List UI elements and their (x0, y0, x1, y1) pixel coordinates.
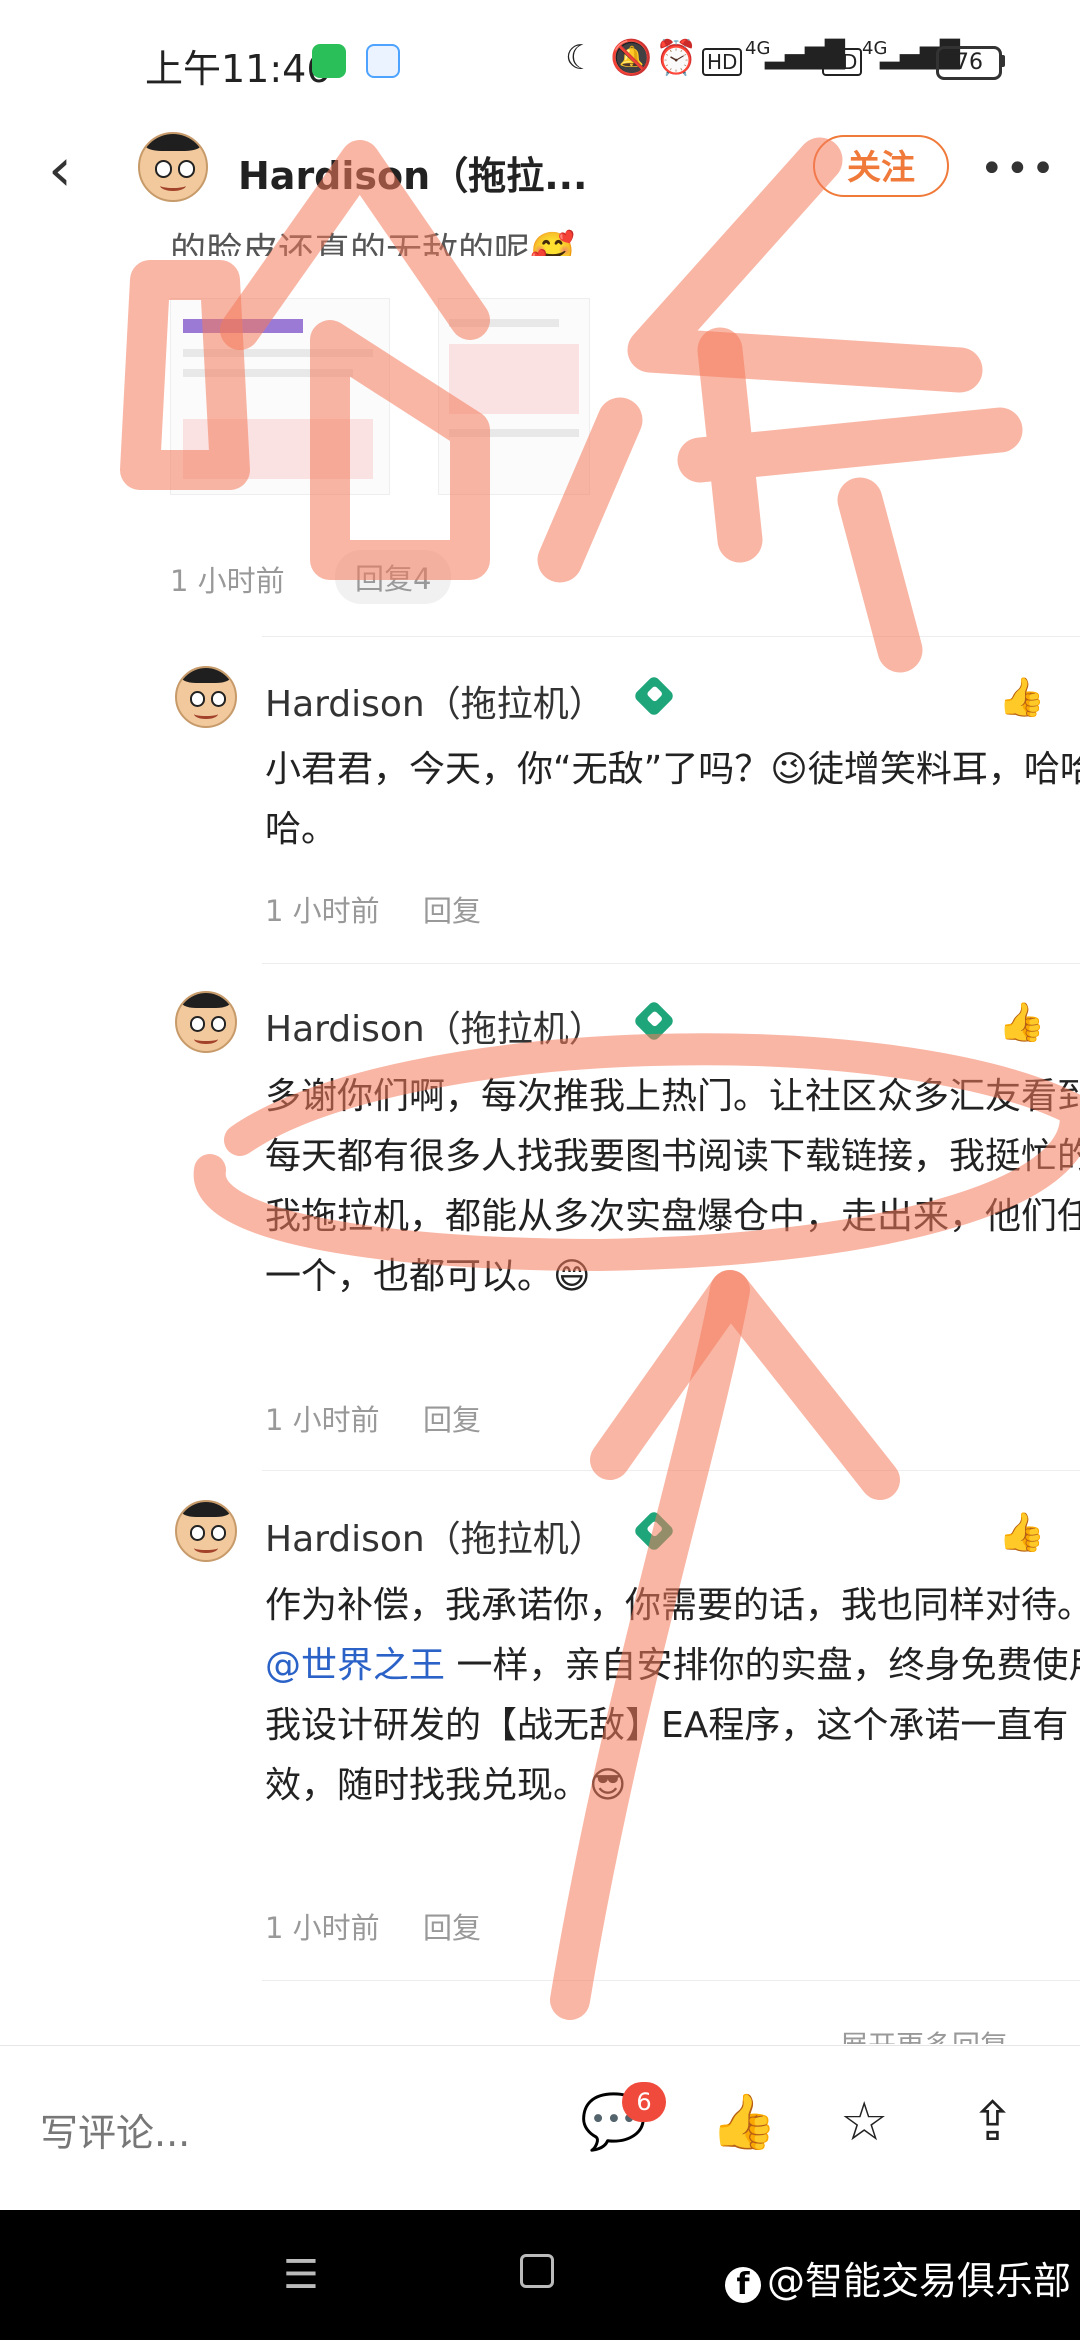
reply-button[interactable]: 回复 (423, 888, 481, 930)
verified-badge-icon (632, 1509, 676, 1553)
like-icon[interactable]: 👍 (710, 2090, 777, 2154)
reply-author[interactable]: Hardison（拖拉机） (265, 675, 605, 727)
status-bar: 上午11:46 ☾ 🔕 ⏰ HD 4G ▂▄▆█ HD 4G ▂▄▆█ 76 (0, 0, 1080, 118)
moon-icon: ☾ (565, 38, 596, 78)
reply-avatar[interactable] (175, 666, 237, 728)
menu-icon[interactable]: ☰ (283, 2252, 319, 2298)
facebook-icon: f (725, 2267, 761, 2303)
divider (262, 963, 1080, 964)
comment-text: 的脸皮还真的无敌的呢🥰 (170, 231, 575, 256)
follow-button[interactable]: 关注 (813, 135, 949, 197)
divider (262, 1470, 1080, 1471)
comment-time: 1 小时前 (170, 564, 285, 598)
wechat-notification-icon (312, 44, 346, 78)
like-icon[interactable]: 👍 (998, 675, 1045, 720)
reply-text: 多谢你们啊，每次推我上热门。让社区众多汇友看到，每天都有很多人找我要图书阅读下载… (265, 1076, 1080, 1297)
home-icon[interactable] (520, 2254, 554, 2288)
star-icon[interactable]: ☆ (840, 2090, 888, 2153)
write-comment-input[interactable]: 写评论... (40, 2102, 190, 2157)
reply-author[interactable]: Hardison（拖拉机） (265, 1510, 605, 1562)
reply-time: 1 小时前 (265, 1911, 380, 1945)
reply-button[interactable]: 回复 (423, 1397, 481, 1439)
divider (262, 1980, 1080, 1981)
reply-time: 1 小时前 (265, 894, 380, 928)
hd-icon-2: HD (822, 48, 863, 76)
watermark: f @智能交易俱乐部 (725, 2250, 1071, 2305)
reply-avatar[interactable] (175, 991, 237, 1053)
app-notification-icon (366, 44, 400, 78)
image-thumbnail-2[interactable] (438, 298, 590, 495)
avatar[interactable] (138, 132, 208, 202)
image-thumbnail[interactable] (170, 298, 390, 495)
mention-link[interactable]: @世界之王 (265, 1645, 445, 1686)
back-icon[interactable]: ‹ (48, 140, 72, 200)
bell-muted-icon: 🔕 (610, 38, 653, 78)
page-title: Hardison（拖拉... (238, 154, 588, 198)
verified-badge-icon (632, 674, 676, 718)
reply-count-button[interactable]: 回复4 (335, 550, 452, 604)
status-time: 上午11:46 (145, 47, 331, 91)
share-icon[interactable]: ⇪ (970, 2090, 1015, 2153)
battery-indicator: 76 (936, 46, 1002, 80)
reply-avatar[interactable] (175, 1500, 237, 1562)
reply-time: 1 小时前 (265, 1403, 380, 1437)
expand-more-replies-link[interactable]: 展开更多回复 (840, 2024, 1008, 2044)
like-icon[interactable]: 👍 (998, 1510, 1045, 1555)
battery-tip (1000, 55, 1005, 67)
alarm-icon: ⏰ (655, 38, 698, 78)
reply-button[interactable]: 回复 (423, 1905, 481, 1947)
divider (262, 636, 1080, 637)
more-options-icon[interactable]: ••• (980, 146, 1057, 192)
reply-text-part: 作为补偿，我承诺你，你需要的话，我也同样对待。与 (265, 1585, 1080, 1626)
comment-count-badge: 6 (622, 2082, 666, 2122)
reply-author[interactable]: Hardison（拖拉机） (265, 1000, 605, 1052)
like-icon[interactable]: 👍 (998, 1000, 1045, 1045)
verified-badge-icon (632, 999, 676, 1043)
reply-text: 作为补偿，我承诺你，你需要的话，我也同样对待。与@世界之王 一样，亲自安排你的实… (265, 1576, 1080, 1816)
reply-text: 小君君，今天，你“无敌”了吗？😉徒增笑料耳，哈哈哈哈。 (265, 749, 1080, 850)
hd-icon: HD (702, 48, 743, 76)
watermark-text: @智能交易俱乐部 (767, 2259, 1072, 2303)
